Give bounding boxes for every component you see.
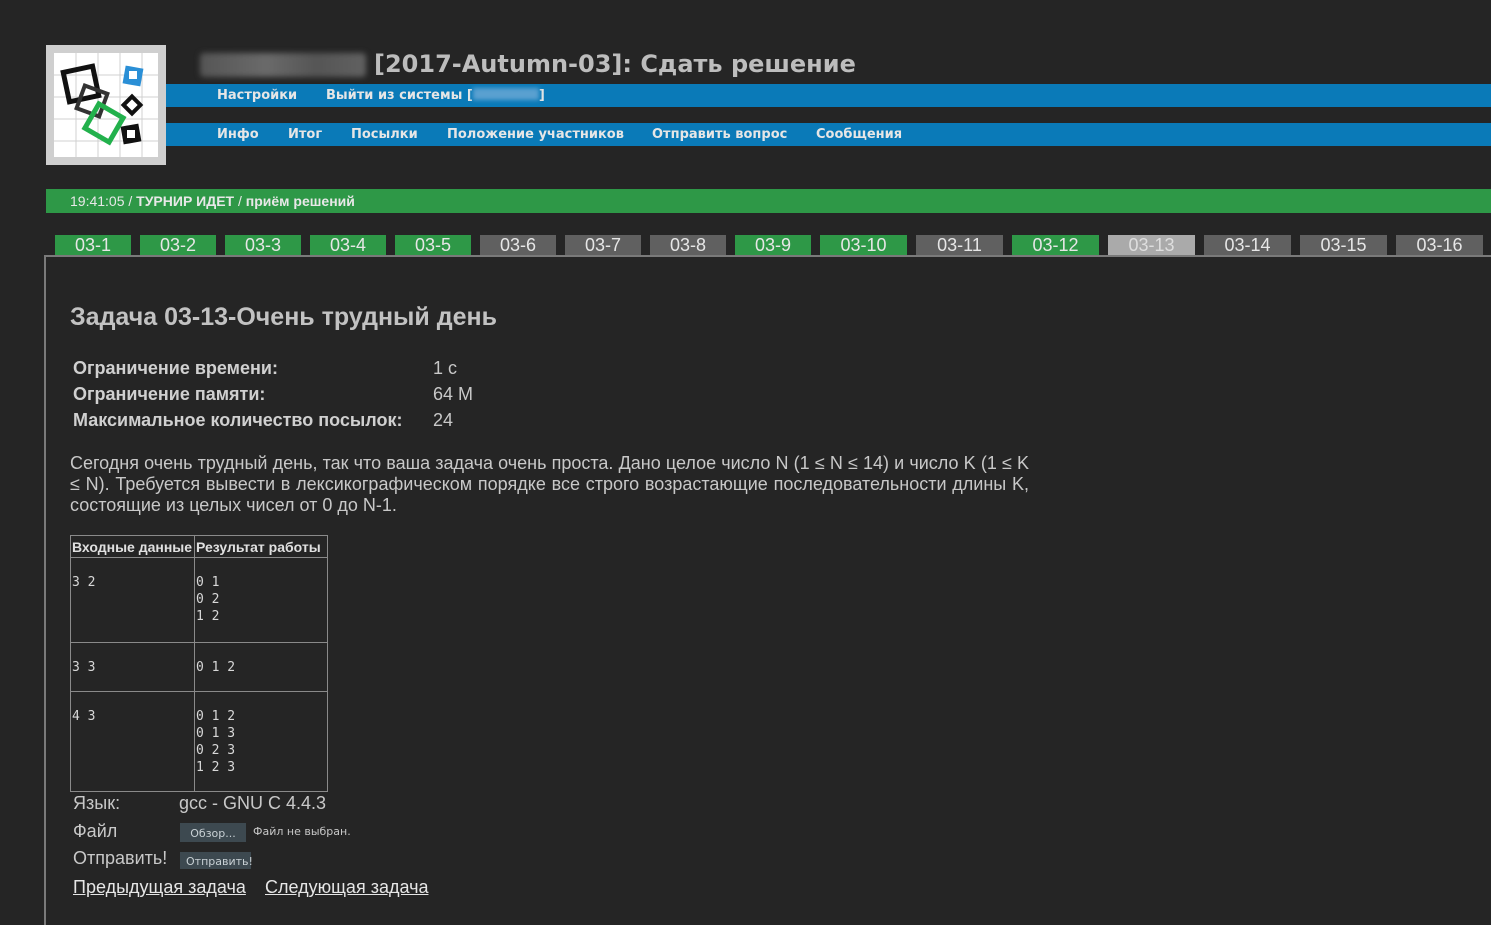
problem-tab[interactable]: 03-6 [480, 235, 556, 256]
memory-limit-value: 64 М [433, 384, 474, 404]
top-navbar: Настройки Выйти из системы [] [166, 84, 1491, 107]
logo-icon [54, 53, 158, 157]
samples-input-header: Входные данные [70, 535, 195, 558]
problem-tab[interactable]: 03-4 [310, 235, 386, 256]
language-select[interactable]: gcc - GNU C 4.4.3 [179, 793, 326, 814]
login-redacted [472, 88, 539, 100]
table-row: 4 3 0 1 2 0 1 3 0 2 3 1 2 3 [70, 691, 328, 792]
problem-tab[interactable]: 03-9 [735, 235, 811, 256]
problem-tab[interactable]: 03-15 [1300, 235, 1387, 256]
problem-tab[interactable]: 03-11 [916, 235, 1003, 256]
nav-standings[interactable]: Положение участников [447, 123, 624, 146]
submit-label: Отправить! [73, 848, 168, 868]
nav-settings[interactable]: Настройки [217, 84, 297, 107]
problem-tab[interactable]: 03-5 [395, 235, 471, 256]
samples-table: Входные данные Результат работы 3 2 0 1 … [70, 535, 328, 792]
user-name-redacted [200, 53, 366, 77]
problem-title: Задача 03-13-Очень трудный день [70, 303, 497, 331]
memory-limit-label: Ограничение памяти: [73, 384, 266, 404]
submit-button[interactable]: Отправить! [180, 852, 253, 869]
table-row: 3 2 0 1 0 2 1 2 [70, 557, 328, 643]
problem-tab[interactable]: 03-10 [820, 235, 907, 256]
problem-tab[interactable]: 03-3 [225, 235, 301, 256]
problem-tab-active[interactable]: 03-13 [1108, 235, 1195, 256]
nav-info[interactable]: Инфо [217, 123, 259, 146]
problem-tab[interactable]: 03-7 [565, 235, 641, 256]
prev-problem-link[interactable]: Предыдущая задача [73, 877, 246, 898]
time-limit-value: 1 с [433, 358, 458, 378]
next-problem-link[interactable]: Следующая задача [265, 877, 428, 898]
contest-mode: приём решений [245, 193, 355, 209]
server-time: 19:41:05 [70, 193, 125, 209]
problem-tab[interactable]: 03-16 [1396, 235, 1483, 256]
problem-tab[interactable]: 03-2 [140, 235, 216, 256]
problem-tab[interactable]: 03-12 [1012, 235, 1099, 256]
max-submits-value: 24 [433, 410, 454, 430]
sample-output: 0 1 0 2 1 2 [196, 575, 220, 624]
sample-input: 3 3 [72, 660, 96, 675]
problem-statement: Сегодня очень трудный день, так что ваша… [70, 453, 1029, 515]
problem-tab[interactable]: 03-1 [55, 235, 131, 256]
sample-input: 4 3 [72, 709, 96, 724]
problem-tab[interactable]: 03-14 [1204, 235, 1291, 256]
file-status: Файл не выбран. [253, 825, 351, 838]
samples-output-header: Результат работы [194, 535, 328, 558]
nav-logout[interactable]: Выйти из системы [] [326, 84, 545, 107]
sample-output: 0 1 2 [196, 660, 236, 675]
nav-ask-question[interactable]: Отправить вопрос [652, 123, 787, 146]
browse-file-button[interactable]: Обзор... [180, 823, 246, 842]
sample-output: 0 1 2 0 1 3 0 2 3 1 2 3 [196, 709, 236, 775]
language-label: Язык: [73, 793, 121, 813]
time-limit-label: Ограничение времени: [73, 358, 278, 378]
page-title: [2017-Autumn-03]: Сдать решение [374, 50, 856, 78]
sample-input: 3 2 [72, 575, 96, 590]
nav-messages[interactable]: Сообщения [816, 123, 902, 146]
problem-tab[interactable]: 03-8 [650, 235, 726, 256]
file-label: Файл [73, 821, 118, 841]
contest-status-bar: 19:41:05 / ТУРНИР ИДЕТ / приём решений [46, 189, 1491, 213]
nav-submissions[interactable]: Посылки [351, 123, 418, 146]
table-row: 3 3 0 1 2 [70, 642, 328, 692]
main-navbar: Инфо Итог Посылки Положение участников О… [166, 123, 1491, 146]
nav-summary[interactable]: Итог [288, 123, 322, 146]
contest-state: ТУРНИР ИДЕТ [136, 193, 235, 209]
max-submits-label: Максимальное количество посылок: [73, 410, 403, 430]
contest-logo [46, 45, 166, 165]
